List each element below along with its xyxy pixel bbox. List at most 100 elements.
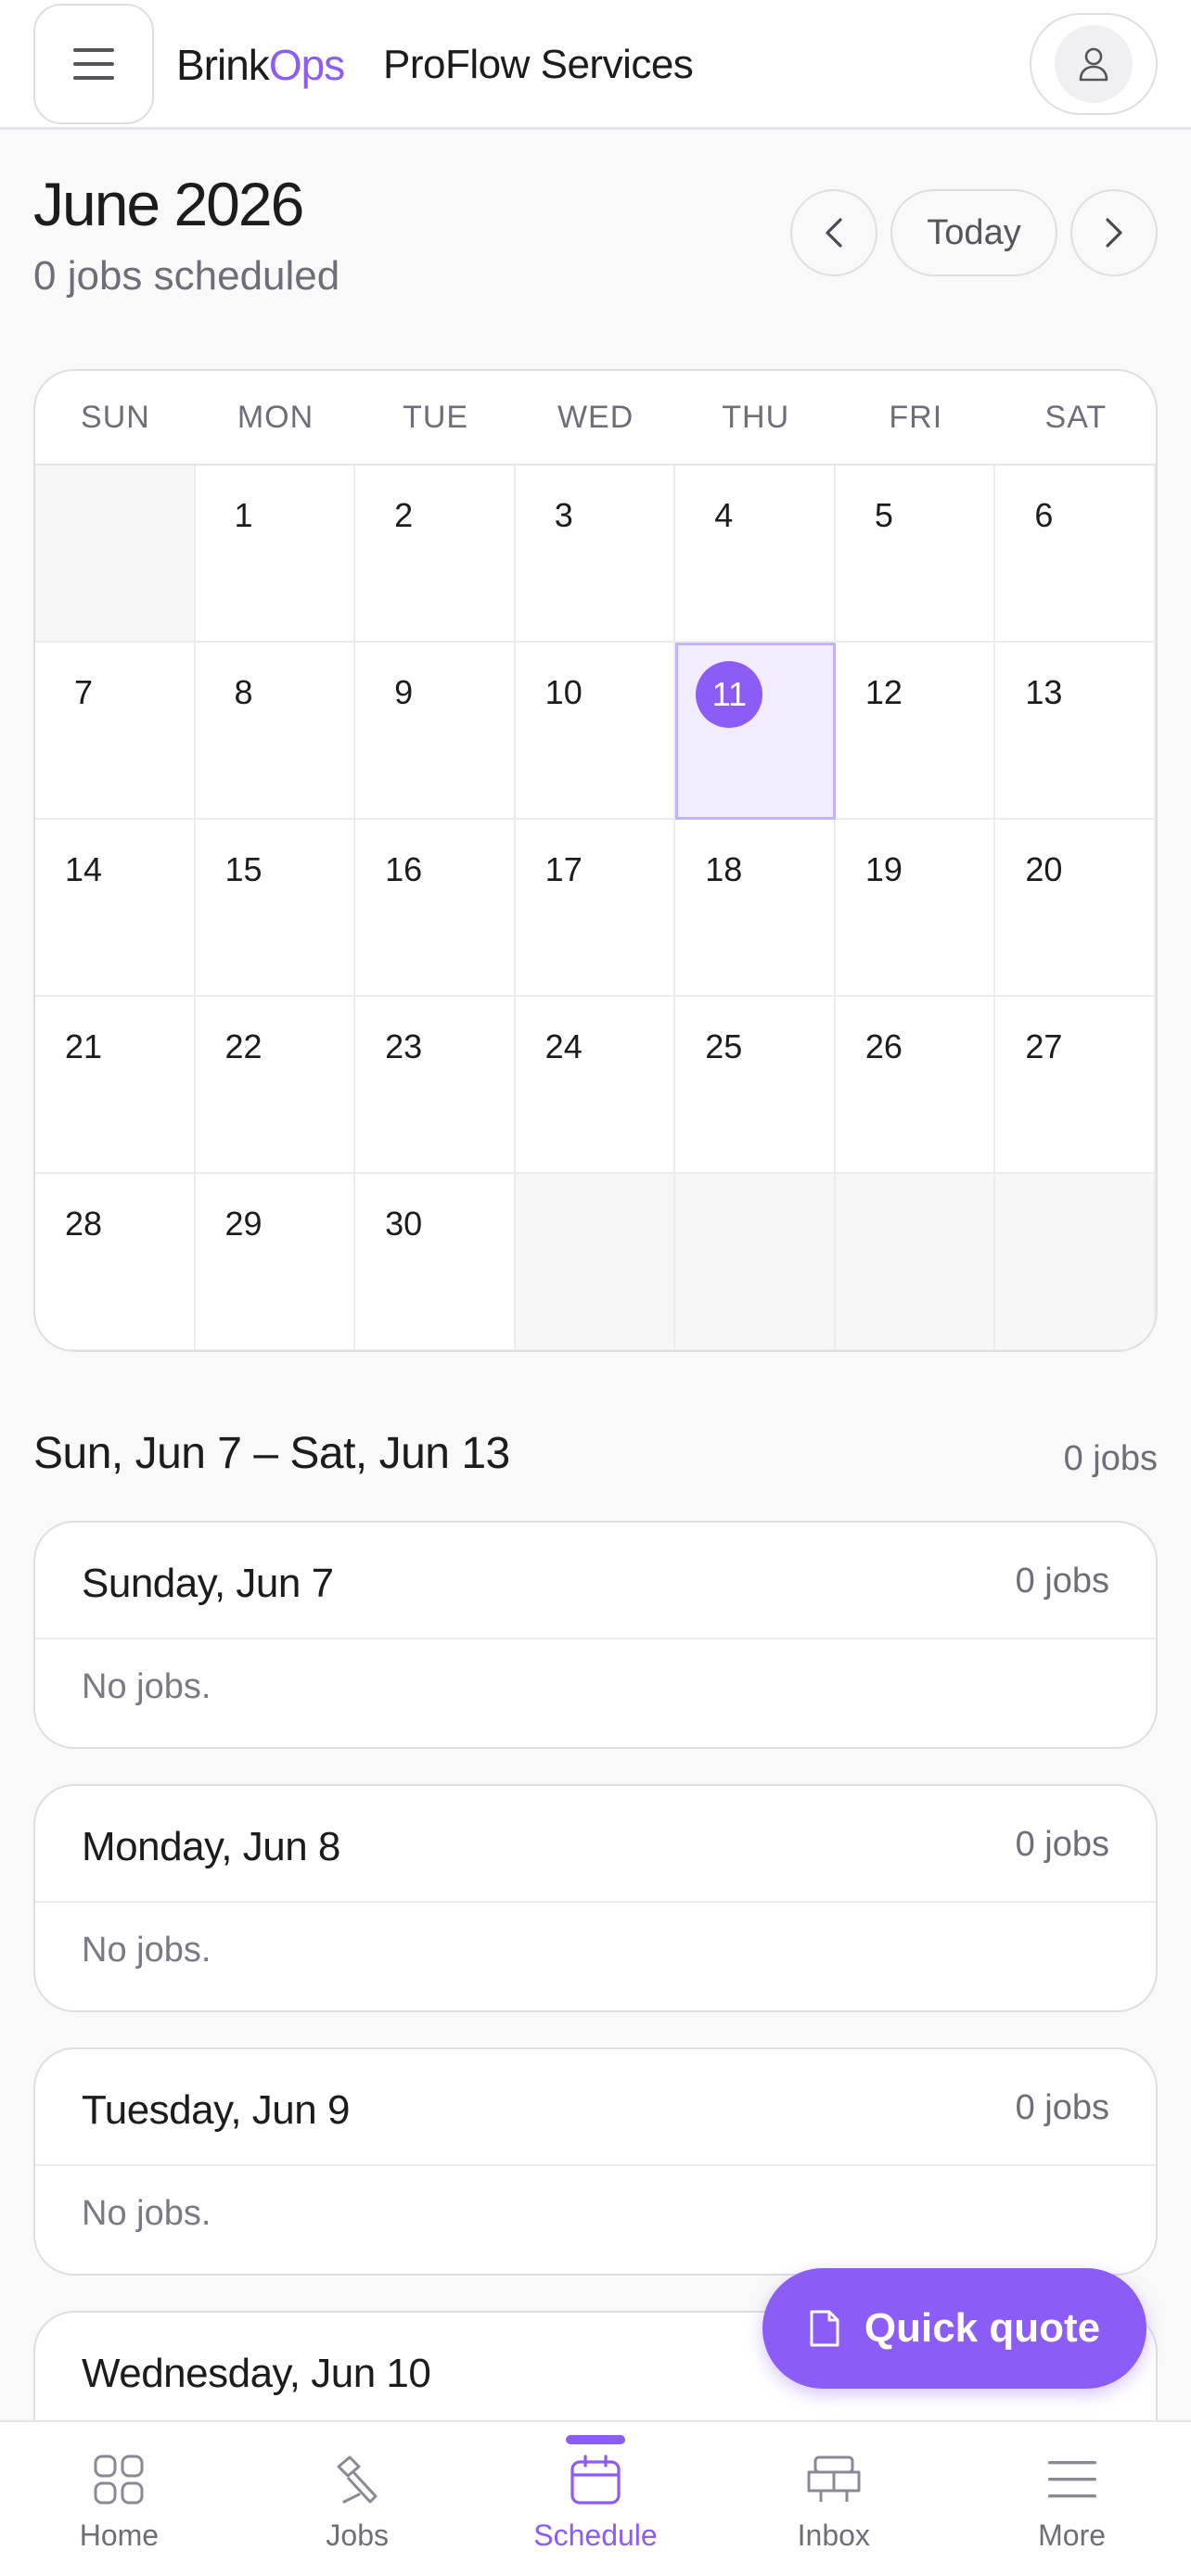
day-card-count: 0 jobs [1015, 2088, 1109, 2127]
calendar-cell-empty [675, 1174, 836, 1350]
calendar-icon [568, 2452, 623, 2507]
tab-label: More [1038, 2519, 1107, 2552]
calendar-day-cell[interactable]: 7 [35, 643, 196, 820]
calendar-day-cell[interactable]: 19 [835, 820, 996, 997]
calendar-day-cell[interactable]: 13 [995, 643, 1156, 820]
calendar-day-cell[interactable]: 12 [835, 643, 996, 820]
weekday-label: MON [237, 399, 314, 435]
inbox-icon [806, 2452, 862, 2507]
calendar-day-cell[interactable]: 2 [355, 465, 516, 643]
calendar-day-number: 8 [234, 673, 253, 711]
calendar-day-number: 23 [385, 1027, 423, 1065]
calendar-cell-empty [835, 1174, 996, 1350]
calendar-day-number: 30 [385, 1205, 423, 1243]
day-card-tuesday[interactable]: Tuesday, Jun 9 0 jobs No jobs. [33, 2047, 1158, 2276]
day-card-empty-text: No jobs. [82, 1931, 211, 1970]
calendar-day-number: 27 [1025, 1027, 1063, 1065]
calendar-day-cell[interactable]: 15 [195, 820, 356, 997]
month-title: June 2026 [33, 170, 304, 238]
tab-label: Home [79, 2519, 160, 2552]
calendar-day-number: 6 [1034, 496, 1054, 534]
calendar-day-number: 9 [394, 673, 414, 711]
chevron-right-icon [1106, 218, 1122, 248]
calendar-day-number: 5 [874, 496, 893, 534]
calendar-day-number: 22 [224, 1027, 263, 1065]
weekday-label: THU [722, 399, 790, 435]
calendar-day-cell[interactable]: 17 [515, 820, 676, 997]
calendar-day-number: 26 [864, 1027, 903, 1065]
calendar-day-number: 4 [714, 496, 734, 534]
calendar-day-cell[interactable]: 26 [835, 997, 996, 1174]
brand-logo[interactable]: BrinkOps [176, 35, 345, 95]
day-card-empty-text: No jobs. [82, 2194, 211, 2233]
calendar-day-cell[interactable]: 21 [35, 997, 196, 1174]
calendar-day-number: 1 [234, 496, 253, 534]
calendar-day-number: 15 [224, 850, 263, 888]
calendar-day-cell[interactable]: 11 [675, 643, 836, 820]
active-tab-indicator [565, 2435, 625, 2444]
day-card-title: Sunday, Jun 7 [82, 1561, 334, 1606]
week-range-title: Sun, Jun 7 – Sat, Jun 13 [33, 1429, 510, 1478]
menu-icon [1044, 2452, 1100, 2507]
day-card-count: 0 jobs [1015, 1562, 1109, 1600]
calendar-day-cell[interactable]: 25 [675, 997, 836, 1174]
profile-button[interactable] [1030, 13, 1158, 115]
quick-quote-button[interactable]: Quick quote [762, 2268, 1146, 2389]
calendar-day-number: 11 [696, 661, 763, 728]
weekday-label: FRI [889, 399, 943, 435]
brand-suffix: Ops [268, 41, 345, 89]
calendar-day-cell[interactable]: 27 [995, 997, 1156, 1174]
calendar-cell-empty [995, 1174, 1156, 1350]
calendar-day-cell[interactable]: 23 [355, 997, 516, 1174]
calendar-day-number: 17 [544, 850, 583, 888]
calendar-day-cell[interactable]: 10 [515, 643, 676, 820]
menu-button[interactable] [33, 4, 154, 124]
bottom-nav: Home Jobs Schedule Inbox More [0, 2420, 1191, 2576]
day-card-empty-text: No jobs. [82, 1667, 211, 1706]
calendar-day-cell[interactable]: 28 [35, 1174, 196, 1350]
calendar-day-number: 14 [64, 850, 103, 888]
calendar-day-cell[interactable]: 4 [675, 465, 836, 643]
day-card-count: 0 jobs [1015, 1825, 1109, 1864]
day-card-title: Tuesday, Jun 9 [82, 2087, 350, 2133]
calendar-day-cell[interactable]: 14 [35, 820, 196, 997]
tab-home[interactable]: Home [0, 2422, 238, 2576]
next-month-button[interactable] [1070, 189, 1158, 276]
prev-month-button[interactable] [790, 189, 877, 276]
calendar-day-cell[interactable]: 30 [355, 1174, 516, 1350]
calendar-day-cell[interactable]: 3 [515, 465, 676, 643]
calendar-day-number: 12 [864, 673, 903, 711]
calendar-day-number: 24 [544, 1027, 583, 1065]
calendar-day-cell[interactable]: 6 [995, 465, 1156, 643]
weekday-label: WED [557, 399, 634, 435]
month-calendar: SUN MON TUE WED THU FRI SAT 1 2 3 4 5 6 7 8 9 10 11 12 13 1… [33, 369, 1158, 1352]
calendar-day-number: 28 [64, 1205, 103, 1243]
tab-more[interactable]: More [953, 2422, 1191, 2576]
document-icon [810, 2310, 839, 2347]
calendar-cell-empty [515, 1174, 676, 1350]
calendar-day-cell[interactable]: 24 [515, 997, 676, 1174]
calendar-day-cell[interactable]: 9 [355, 643, 516, 820]
calendar-day-cell[interactable]: 1 [195, 465, 356, 643]
tab-inbox[interactable]: Inbox [714, 2422, 953, 2576]
brand-prefix: Brink [176, 41, 270, 89]
tab-jobs[interactable]: Jobs [238, 2422, 477, 2576]
weekday-label: SAT [1044, 399, 1108, 435]
calendar-day-cell[interactable]: 22 [195, 997, 356, 1174]
calendar-day-number: 13 [1025, 673, 1063, 711]
month-job-count: 0 jobs scheduled [33, 253, 340, 299]
quick-quote-label: Quick quote [864, 2305, 1101, 2351]
calendar-day-cell[interactable]: 16 [355, 820, 516, 997]
calendar-day-cell[interactable]: 20 [995, 820, 1156, 997]
tab-schedule[interactable]: Schedule [477, 2422, 715, 2576]
calendar-day-number: 7 [73, 673, 94, 711]
day-card-monday[interactable]: Monday, Jun 8 0 jobs No jobs. [33, 1784, 1158, 2012]
calendar-day-cell[interactable]: 18 [675, 820, 836, 997]
calendar-day-cell[interactable]: 29 [195, 1174, 356, 1350]
day-card-sunday[interactable]: Sunday, Jun 7 0 jobs No jobs. [33, 1521, 1158, 1749]
calendar-day-cell[interactable]: 5 [835, 465, 996, 643]
chevron-left-icon [826, 218, 842, 248]
today-button[interactable]: Today [890, 189, 1057, 276]
org-name: ProFlow Services [383, 42, 694, 87]
calendar-day-cell[interactable]: 8 [195, 643, 356, 820]
